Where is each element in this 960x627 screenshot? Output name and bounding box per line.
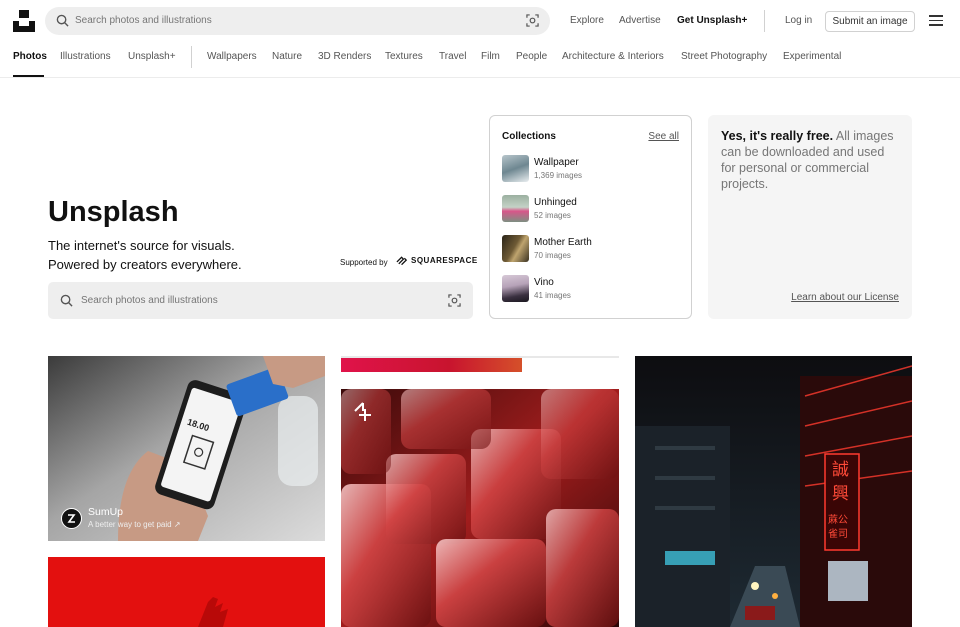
collection-count: 1,369 images xyxy=(534,171,583,180)
sumup-logo-icon xyxy=(61,508,82,529)
hero-subtitle: The internet's source for visuals. Power… xyxy=(48,236,242,274)
tab-film[interactable]: Film xyxy=(481,51,500,62)
neon-sign-small: 蔴公雀司 xyxy=(828,515,848,540)
hero-line-2: Powered by creators everywhere. xyxy=(48,257,242,272)
sponsor-name: SumUp xyxy=(88,506,124,518)
photo-red-fork[interactable] xyxy=(48,557,325,627)
tab-travel[interactable]: Travel xyxy=(439,51,466,62)
search-icon xyxy=(60,294,73,307)
nav-explore[interactable]: Explore xyxy=(570,15,604,26)
photo-neon-street[interactable]: 誠興 蔴公雀司 xyxy=(635,356,912,627)
category-divider xyxy=(191,46,192,68)
free-license-card: Yes, it's really free. All images can be… xyxy=(708,115,912,319)
tab-experimental[interactable]: Experimental xyxy=(783,51,841,62)
top-bar: Search photos and illustrations Explore … xyxy=(0,0,960,42)
collection-thumbnail xyxy=(502,235,529,262)
sponsor-tagline[interactable]: A better way to get paid ↗ xyxy=(88,520,181,529)
collection-item-mother-earth[interactable]: Mother Earth 70 images xyxy=(502,235,682,263)
glass-cubes-illustration xyxy=(341,389,619,627)
collection-name: Mother Earth xyxy=(534,237,592,248)
tab-people[interactable]: People xyxy=(516,51,547,62)
hero-search-placeholder: Search photos and illustrations xyxy=(81,295,218,306)
gradient-strip xyxy=(341,357,522,372)
tab-wallpapers[interactable]: Wallpapers xyxy=(207,51,257,62)
nav-advertise[interactable]: Advertise xyxy=(619,15,661,26)
see-all-link[interactable]: See all xyxy=(648,131,679,142)
unsplash-logo-icon[interactable] xyxy=(13,10,35,32)
supported-by-label: Supported by xyxy=(340,258,388,267)
collection-count: 70 images xyxy=(534,251,571,260)
gradient-strip-line xyxy=(341,356,619,358)
collection-name: Wallpaper xyxy=(534,157,579,168)
search-icon xyxy=(56,14,69,27)
collection-thumbnail xyxy=(502,155,529,182)
collection-count: 52 images xyxy=(534,211,571,220)
collections-card: Collections See all Wallpaper 1,369 imag… xyxy=(489,115,692,319)
collections-heading: Collections xyxy=(502,131,556,142)
squarespace-brand: SQUARESPACE xyxy=(411,256,478,266)
tab-unsplash-plus[interactable]: Unsplash+ xyxy=(128,51,176,62)
header-divider xyxy=(764,10,765,32)
tab-street-photography[interactable]: Street Photography xyxy=(681,51,767,62)
submit-image-button[interactable]: Submit an image xyxy=(825,11,915,32)
collection-count: 41 images xyxy=(534,291,571,300)
free-headline: Yes, it's really free. xyxy=(721,129,834,143)
visual-search-icon[interactable] xyxy=(526,14,539,27)
collection-item-wallpaper[interactable]: Wallpaper 1,369 images xyxy=(502,155,682,183)
neon-street-illustration xyxy=(635,356,912,627)
collection-name: Unhinged xyxy=(534,197,577,208)
tab-photos[interactable]: Photos xyxy=(13,51,47,62)
collection-name: Vino xyxy=(534,277,554,288)
collection-item-unhinged[interactable]: Unhinged 52 images xyxy=(502,195,682,223)
collection-thumbnail xyxy=(502,275,529,302)
tab-nature[interactable]: Nature xyxy=(272,51,302,62)
photo-sumup-payment[interactable]: 18.00 SumUp A better way to get paid ↗ xyxy=(48,356,325,541)
tab-architecture-interiors[interactable]: Architecture & Interiors xyxy=(562,51,664,62)
neon-sign-text: 誠興 xyxy=(832,460,849,504)
hamburger-menu-icon[interactable] xyxy=(929,15,943,26)
license-link[interactable]: Learn about our License xyxy=(791,292,899,303)
collection-thumbnail xyxy=(502,195,529,222)
red-fork-illustration xyxy=(48,557,325,627)
squarespace-logo-icon xyxy=(396,256,408,266)
squarespace-sponsor-link[interactable]: SQUARESPACE xyxy=(396,256,478,266)
hero-search-input[interactable]: Search photos and illustrations xyxy=(48,282,473,319)
tab-textures[interactable]: Textures xyxy=(385,51,423,62)
active-tab-indicator xyxy=(13,75,44,77)
free-license-text: Yes, it's really free. All images can be… xyxy=(721,128,901,192)
photo-gradient-banner[interactable] xyxy=(341,356,619,373)
visual-search-icon[interactable] xyxy=(448,294,461,307)
hero-title: Unsplash xyxy=(48,196,179,228)
search-placeholder: Search photos and illustrations xyxy=(75,15,212,26)
login-link[interactable]: Log in xyxy=(785,15,812,26)
category-nav: Photos Illustrations Unsplash+ Wallpaper… xyxy=(0,42,960,78)
tab-3d-renders[interactable]: 3D Renders xyxy=(318,51,371,62)
hero-line-1: The internet's source for visuals. xyxy=(48,238,235,253)
nav-get-unsplash-plus[interactable]: Get Unsplash+ xyxy=(677,15,747,26)
collection-item-vino[interactable]: Vino 41 images xyxy=(502,275,682,303)
tab-illustrations[interactable]: Illustrations xyxy=(60,51,111,62)
header-search-input[interactable]: Search photos and illustrations xyxy=(45,7,550,35)
photo-glass-cubes[interactable] xyxy=(341,389,619,627)
